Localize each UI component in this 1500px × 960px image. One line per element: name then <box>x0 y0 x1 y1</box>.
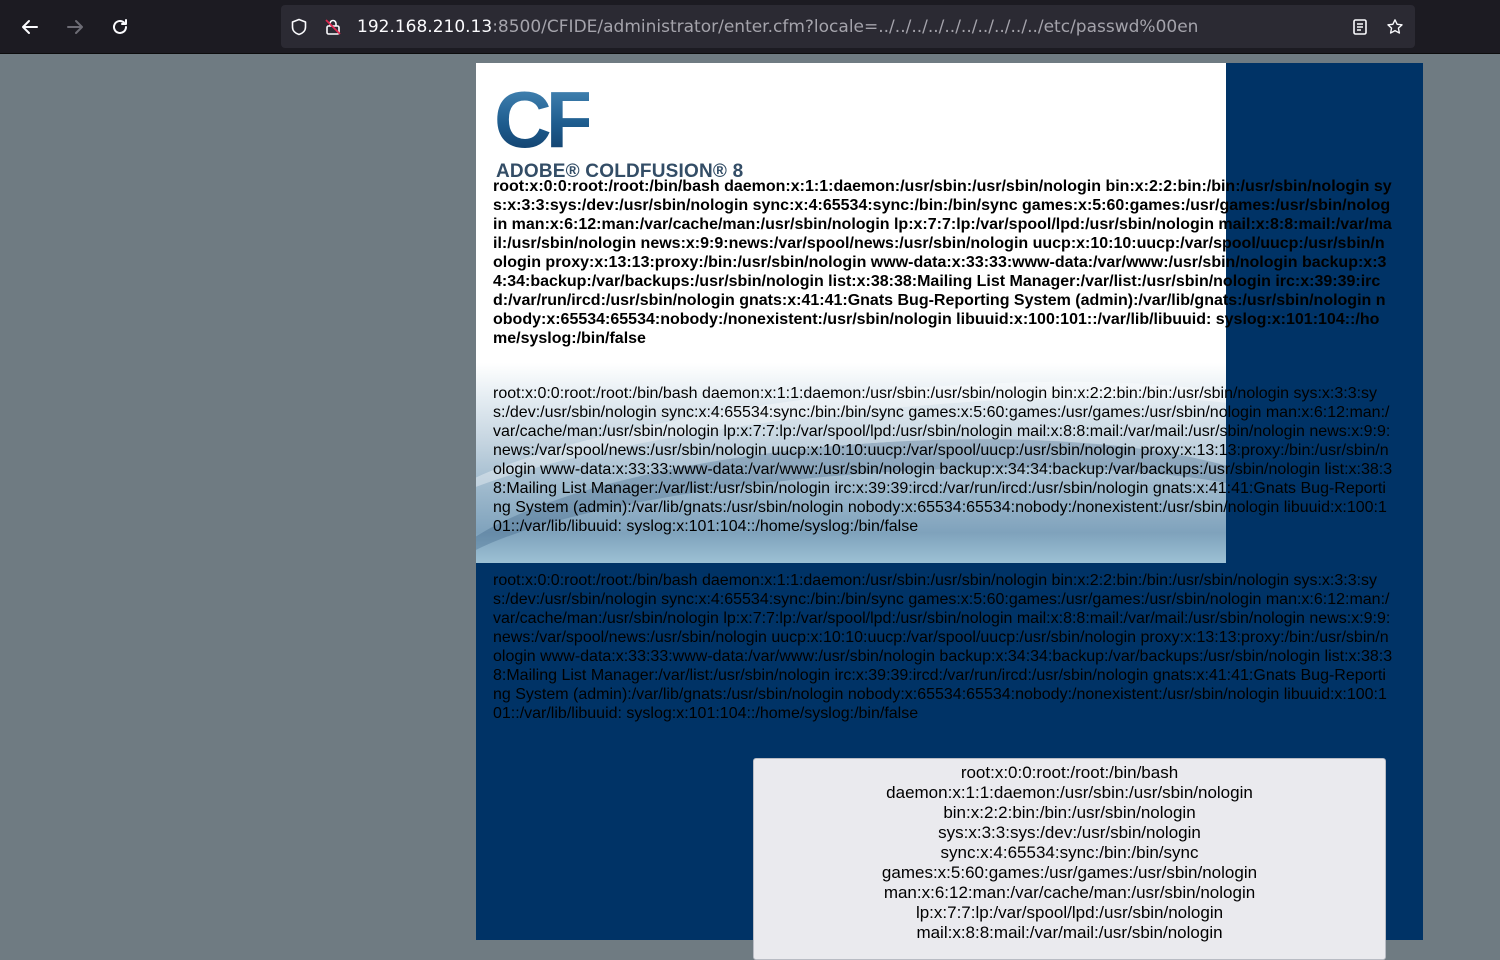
passwd-line: sys:x:3:3:sys:/dev:/usr/sbin/nologin <box>938 823 1201 842</box>
passwd-line: bin:x:2:2:bin:/bin:/usr/sbin/nologin <box>943 803 1196 822</box>
passwd-line: mail:x:8:8:mail:/var/mail:/usr/sbin/nolo… <box>916 923 1223 942</box>
url-host: 192.168.210.13 <box>357 17 493 37</box>
forward-button[interactable] <box>61 13 89 41</box>
reload-icon <box>113 19 127 34</box>
arrow-left-icon <box>22 20 38 34</box>
passwd-line: lp:x:7:7:lp:/var/spool/lpd:/usr/sbin/nol… <box>915 903 1224 922</box>
passwd-line: daemon:x:1:1:daemon:/usr/sbin:/usr/sbin/… <box>886 783 1253 802</box>
reader-view-icon[interactable] <box>1351 18 1369 36</box>
arrow-right-icon <box>67 20 83 34</box>
url-text[interactable]: 192.168.210.13:8500/CFIDE/administrator/… <box>357 17 1198 37</box>
star-icon[interactable] <box>1386 18 1404 36</box>
back-button[interactable] <box>16 13 44 41</box>
browser-toolbar: 192.168.210.13:8500/CFIDE/administrator/… <box>0 0 1500 54</box>
passwd-lines: root:x:0:0:root:/root:/bin/bash daemon:x… <box>754 763 1385 943</box>
passwd-dump-bold: root:x:0:0:root:/root:/bin/bash daemon:x… <box>493 178 1392 347</box>
passwd-dump: root:x:0:0:root:/root:/bin/bash daemon:x… <box>493 572 1393 722</box>
passwd-dump: root:x:0:0:root:/root:/bin/bash daemon:x… <box>493 385 1393 535</box>
passwd-line: man:x:6:12:man:/var/cache/man:/usr/sbin/… <box>883 883 1256 902</box>
reload-button[interactable] <box>106 13 134 41</box>
passwd-line: sync:x:4:65534:sync:/bin:/bin/sync <box>940 843 1199 862</box>
coldfusion-logo-mark: CF <box>494 75 595 164</box>
tracking-protection-shield-icon[interactable] <box>290 18 308 36</box>
insecure-lock-icon[interactable] <box>324 18 342 36</box>
passwd-line: games:x:5:60:games:/usr/games:/usr/sbin/… <box>881 863 1258 882</box>
url-bar[interactable]: 192.168.210.13:8500/CFIDE/administrator/… <box>281 5 1415 48</box>
login-box: root:x:0:0:root:/root:/bin/bash daemon:x… <box>753 758 1386 960</box>
url-path: :8500/CFIDE/administrator/enter.cfm?loca… <box>492 17 1199 37</box>
passwd-line: root:x:0:0:root:/root:/bin/bash <box>960 763 1179 782</box>
